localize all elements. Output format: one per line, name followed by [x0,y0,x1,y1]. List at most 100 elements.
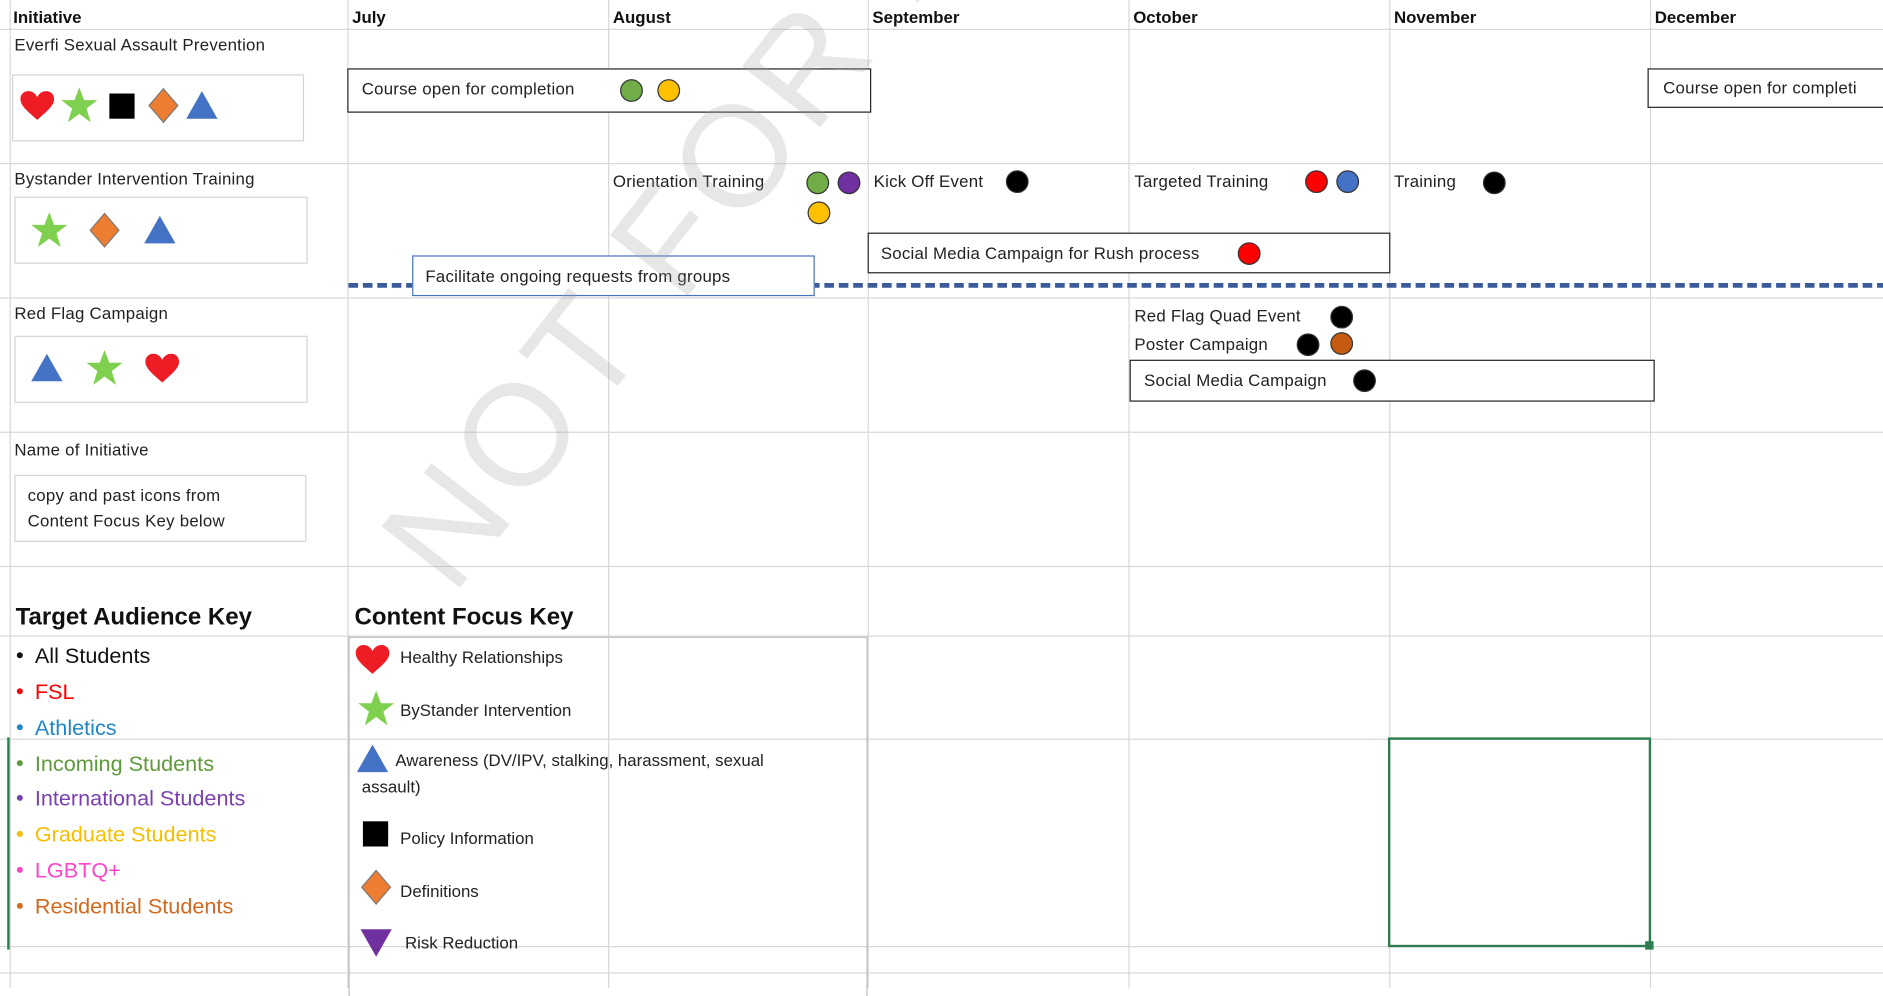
star-icon [61,87,98,123]
incoming-students-dot-icon [620,79,643,102]
grid-hline [0,635,1883,637]
all-students-dot-icon [1296,333,1320,357]
bullet-icon [16,866,23,873]
course-open-label-december: Course open for completi [1663,77,1857,98]
star-icon [358,690,395,726]
graduate-students-dot-icon [807,201,831,225]
header-month-july[interactable]: July [352,7,386,26]
course-open-label: Course open for completion [361,79,575,99]
audience-fsl[interactable]: FSL [16,679,75,705]
bullet-icon [16,902,23,909]
audience-lgbtq[interactable]: LGBTQ+ [16,858,121,883]
heart-icon [145,353,180,383]
focus-risk-reduction[interactable]: Risk Reduction [405,933,518,952]
diamond-icon [89,212,120,248]
triangle-icon [144,215,176,244]
spreadsheet-grid: Initiative July August September October… [0,0,1883,996]
audience-all-students[interactable]: All Students [16,643,151,669]
grid-hline [0,28,1883,30]
incoming-students-dot-icon [806,171,830,195]
graduate-students-dot-icon [657,79,681,102]
audience-label: Incoming Students [34,751,215,776]
initiative-name-bystander[interactable]: Bystander Intervention Training [14,169,254,188]
header-month-august[interactable]: August [613,7,671,26]
focus-bystander-intervention[interactable]: ByStander Intervention [400,700,571,719]
audience-international-students[interactable]: International Students [16,786,246,812]
audience-graduate-students[interactable]: Graduate Students [16,823,216,848]
heart-icon [355,645,390,674]
fsl-dot-icon [1237,242,1261,265]
all-students-dot-icon [1353,369,1376,393]
audience-label: FSL [34,679,75,704]
triangle-down-icon [360,929,392,957]
audience-residential-students[interactable]: Residential Students [16,894,234,919]
residential-students-dot-icon [1330,332,1354,355]
bystander-icons-box[interactable] [14,196,308,264]
focus-awareness[interactable]: Awareness (DV/IPV, stalking, harassment,… [395,751,763,770]
athletics-dot-icon [1336,170,1360,194]
grid-hline [0,972,1883,974]
audience-label: International Students [34,786,246,811]
initiative-name-everfi[interactable]: Everfi Sexual Assault Prevention [14,35,265,54]
audience-incoming-students[interactable]: Incoming Students [16,751,215,777]
redflag-social-label: Social Media Campaign [1144,370,1327,390]
audience-label: LGBTQ+ [34,858,121,883]
focus-policy-information[interactable]: Policy Information [400,829,534,848]
everfi-december-bar[interactable]: Course open for completi [1647,68,1883,108]
spreadsheet: Initiative July August September October… [0,0,1883,996]
initiative-name-redflag[interactable]: Red Flag Campaign [14,303,168,322]
header-month-december[interactable]: December [1655,7,1736,26]
grid-hline [0,297,1883,299]
target-audience-key-title[interactable]: Target Audience Key [16,604,252,632]
red-flag-quad-label[interactable]: Red Flag Quad Event [1134,306,1300,325]
poster-campaign-label[interactable]: Poster Campaign [1134,335,1268,354]
audience-label: Athletics [34,715,117,740]
grid-vline [867,0,869,988]
targeted-training-label[interactable]: Targeted Training [1134,171,1268,190]
content-focus-key-title[interactable]: Content Focus Key [355,604,574,632]
all-students-dot-icon [1005,170,1029,194]
redflag-icons-box[interactable] [14,335,308,403]
all-students-dot-icon [1482,171,1506,195]
orientation-training-label[interactable]: Orientation Training [613,171,765,190]
fill-handle[interactable] [1645,941,1654,950]
kickoff-event-label[interactable]: Kick Off Event [874,171,984,190]
everfi-icons-box[interactable] [12,74,305,142]
everfi-july-aug-bar[interactable]: Course open for completion [347,68,872,113]
focus-definitions[interactable]: Definitions [400,881,479,900]
header-month-november[interactable]: November [1394,7,1476,26]
audience-label: All Students [34,643,151,668]
audience-label: Residential Students [34,894,234,919]
diamond-icon [360,869,392,905]
grid-hline [0,163,1883,165]
triangle-icon [31,353,63,382]
square-icon [109,93,135,119]
header-month-september[interactable]: September [872,7,959,26]
triangle-icon [186,91,218,119]
focus-healthy-relationships[interactable]: Healthy Relationships [400,647,563,666]
facilitate-requests-label: Facilitate ongoing requests from groups [425,266,731,286]
bullet-icon [16,759,23,766]
template-note-box[interactable]: copy and past icons from Content Focus K… [14,474,307,542]
header-initiative[interactable]: Initiative [13,7,81,26]
heart-icon [20,91,55,120]
training-label[interactable]: Training [1394,171,1456,190]
header-month-october[interactable]: October [1133,7,1198,26]
grid-hline [0,431,1883,433]
audience-athletics[interactable]: Athletics [16,715,117,741]
grid-vline [9,0,11,988]
diamond-icon [148,87,179,124]
selected-cell[interactable] [1387,737,1654,950]
international-students-dot-icon [837,171,861,195]
social-media-rush-bar[interactable]: Social Media Campaign for Rush process [867,232,1391,274]
social-media-rush-label: Social Media Campaign for Rush process [880,243,1200,263]
focus-awareness-cont: assault) [361,776,421,797]
initiative-name-template[interactable]: Name of Initiative [14,440,148,459]
facilitate-requests-box[interactable]: Facilitate ongoing requests from groups [412,255,815,297]
row-selection-edge [7,737,10,950]
redflag-social-bar[interactable]: Social Media Campaign [1129,359,1655,402]
bullet-icon [16,687,23,694]
triangle-icon [356,744,389,773]
star-icon [31,212,68,247]
all-students-dot-icon [1330,305,1354,329]
